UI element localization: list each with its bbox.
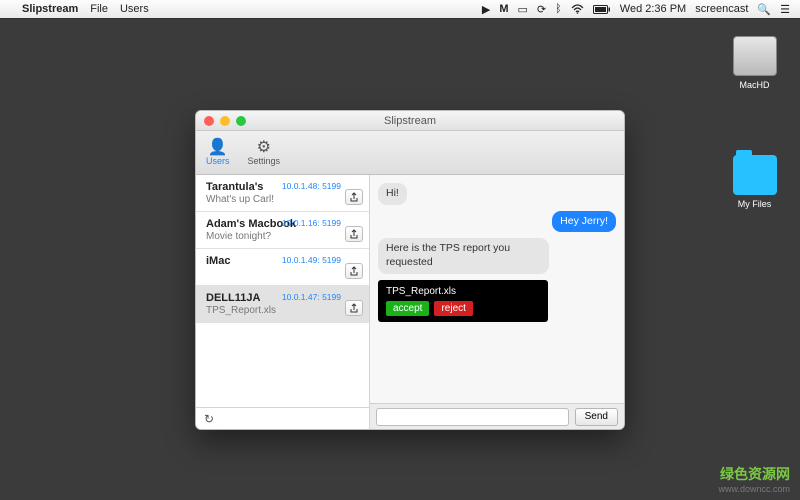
desktop-folder[interactable]: My Files <box>727 155 782 209</box>
toolbar-settings[interactable]: ⚙ Settings <box>248 140 281 166</box>
minimize-button[interactable] <box>220 116 230 126</box>
user-row[interactable]: Tarantula'sWhat's up Carl!10.0.1.48: 519… <box>196 175 369 212</box>
menubar-left: Slipstream File Users <box>0 3 149 15</box>
window-title: Slipstream <box>196 115 624 127</box>
notification-center-icon[interactable]: ☰ <box>780 3 790 16</box>
menubar-datetime[interactable]: Wed 2:36 PM <box>620 3 686 15</box>
messages-area: Hi! Hey Jerry!Here is the TPS report you … <box>370 175 624 403</box>
menubar-app-name[interactable]: Slipstream <box>22 3 78 15</box>
window-titlebar[interactable]: Slipstream <box>196 111 624 131</box>
user-icon: 👤 <box>208 140 228 156</box>
close-button[interactable] <box>204 116 214 126</box>
watermark-url: www.downcc.com <box>718 484 790 494</box>
file-name: TPS_Report.xls <box>386 286 540 297</box>
chat-pane: Hi! Hey Jerry!Here is the TPS report you … <box>370 175 624 429</box>
message-incoming: Here is the TPS report you requested <box>378 238 549 273</box>
refresh-icon[interactable]: ↻ <box>204 412 214 426</box>
toolbar-users-label: Users <box>206 156 230 166</box>
window-body: Tarantula'sWhat's up Carl!10.0.1.48: 519… <box>196 175 624 429</box>
user-address: 10.0.1.16: 5199 <box>282 218 341 228</box>
share-button[interactable] <box>345 226 363 242</box>
user-address: 10.0.1.48: 5199 <box>282 181 341 191</box>
battery-icon[interactable] <box>593 5 611 14</box>
display-icon[interactable]: ▭ <box>518 3 528 16</box>
user-address: 10.0.1.49: 5199 <box>282 255 341 265</box>
sync-icon[interactable]: ⟳ <box>537 3 546 16</box>
send-button[interactable]: Send <box>575 408 618 426</box>
mail-icon[interactable]: M <box>499 3 508 15</box>
desktop-drive-label: MacHD <box>727 80 782 90</box>
accept-button[interactable]: accept <box>386 301 429 316</box>
share-button[interactable] <box>345 300 363 316</box>
desktop-folder-label: My Files <box>727 199 782 209</box>
gear-icon: ⚙ <box>257 140 271 156</box>
message-incoming: Hi! <box>378 183 407 205</box>
app-window: Slipstream 👤 Users ⚙ Settings Tarantula'… <box>195 110 625 430</box>
drive-icon <box>733 36 777 76</box>
window-toolbar: 👤 Users ⚙ Settings <box>196 131 624 175</box>
reject-button[interactable]: reject <box>434 301 472 316</box>
user-subtitle: TPS_Report.xls <box>206 305 361 316</box>
macos-menubar: Slipstream File Users ▶ M ▭ ⟳ ᛒ Wed 2:36… <box>0 0 800 18</box>
user-row[interactable]: iMac 10.0.1.49: 5199 <box>196 249 369 286</box>
file-transfer-card: TPS_Report.xlsaccept reject <box>378 280 548 322</box>
share-button[interactable] <box>345 263 363 279</box>
wifi-icon[interactable] <box>571 4 584 14</box>
message-input[interactable] <box>376 408 569 426</box>
user-row[interactable]: Adam's MacbookMovie tonight?10.0.1.16: 5… <box>196 212 369 249</box>
toolbar-users[interactable]: 👤 Users <box>206 140 230 166</box>
play-icon[interactable]: ▶ <box>482 3 490 16</box>
zoom-button[interactable] <box>236 116 246 126</box>
user-row[interactable]: DELL11JATPS_Report.xls10.0.1.47: 5199 <box>196 286 369 323</box>
toolbar-settings-label: Settings <box>248 156 281 166</box>
user-subtitle: Movie tonight? <box>206 231 361 242</box>
traffic-lights <box>196 116 246 126</box>
menu-file[interactable]: File <box>90 3 108 15</box>
watermark: 绿色资源网 www.downcc.com <box>718 464 790 494</box>
share-button[interactable] <box>345 189 363 205</box>
message-outgoing: Hey Jerry! <box>552 211 616 233</box>
users-sidebar: Tarantula'sWhat's up Carl!10.0.1.48: 519… <box>196 175 370 429</box>
compose-bar: Send <box>370 403 624 429</box>
sidebar-footer: ↻ <box>196 407 369 429</box>
menu-users[interactable]: Users <box>120 3 149 15</box>
users-list: Tarantula'sWhat's up Carl!10.0.1.48: 519… <box>196 175 369 407</box>
folder-icon <box>733 155 777 195</box>
bluetooth-icon[interactable]: ᛒ <box>555 3 562 15</box>
spotlight-icon[interactable]: 🔍 <box>757 3 771 16</box>
desktop-drive[interactable]: MacHD <box>727 36 782 90</box>
menubar-right: ▶ M ▭ ⟳ ᛒ Wed 2:36 PM screencast 🔍 ☰ <box>482 3 800 16</box>
menubar-user[interactable]: screencast <box>695 3 748 15</box>
user-address: 10.0.1.47: 5199 <box>282 292 341 302</box>
watermark-text: 绿色资源网 <box>718 464 790 484</box>
user-subtitle: What's up Carl! <box>206 194 361 205</box>
